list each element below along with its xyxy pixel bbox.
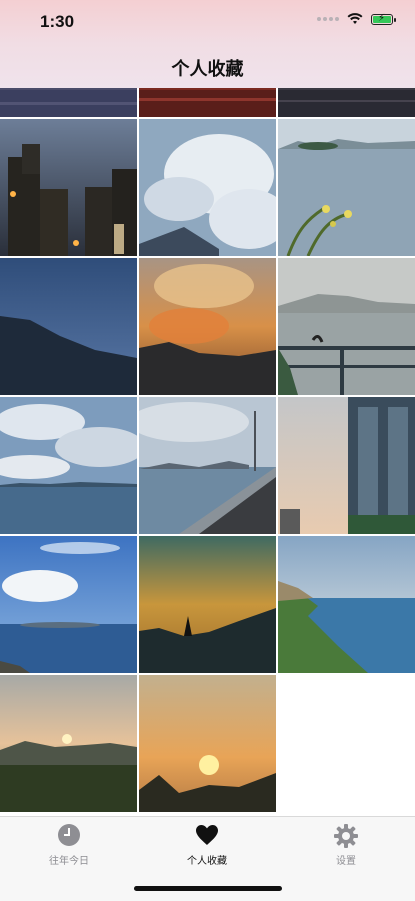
heart-icon (196, 825, 218, 845)
photo-sunset-trees[interactable] (139, 675, 276, 812)
photo-clouds-sky[interactable] (139, 119, 276, 256)
tab-history-label: 往年今日 (49, 856, 89, 867)
photo-waterfront-road[interactable] (139, 397, 276, 534)
cellular-signal-icon (317, 17, 339, 21)
photo-sea-dusk-top-1[interactable] (0, 88, 137, 117)
page-title: 个人收藏 (171, 59, 244, 79)
status-icons: ⚡ (317, 13, 396, 25)
clock-icon (58, 824, 80, 846)
photo-sea-flowers[interactable] (278, 119, 415, 256)
status-time: 1:30 (40, 12, 75, 31)
battery-icon: ⚡ (371, 13, 396, 25)
photo-cliff-sea[interactable] (278, 536, 415, 673)
tab-favorites[interactable]: 个人收藏 (138, 823, 276, 867)
photo-blue-sky-sea[interactable] (0, 536, 137, 673)
tab-favorites-label: 个人收藏 (187, 856, 227, 867)
photo-grid[interactable] (0, 88, 415, 816)
gear-icon (334, 824, 358, 848)
tab-settings-label: 设置 (336, 856, 356, 867)
photo-tower-building[interactable] (278, 397, 415, 534)
photo-sea-dusk-top-2[interactable] (139, 88, 276, 117)
photo-orange-sunset-clouds[interactable] (139, 258, 276, 395)
photo-blue-hills[interactable] (0, 258, 137, 395)
photo-sea-dusk-top-3[interactable] (278, 88, 415, 117)
photo-sea-clouds[interactable] (0, 397, 137, 534)
tab-history[interactable]: 往年今日 (0, 823, 138, 867)
photo-bay-railing[interactable] (278, 258, 415, 395)
photo-night-buildings[interactable] (0, 119, 137, 256)
tab-settings[interactable]: 设置 (277, 823, 415, 867)
home-indicator (134, 886, 282, 891)
photo-sunset-hills[interactable] (0, 675, 137, 812)
photo-golden-hill-pylon[interactable] (139, 536, 276, 673)
navigation-header: 1:30 ⚡ 个人收藏 (0, 0, 415, 88)
wifi-icon (347, 13, 363, 24)
